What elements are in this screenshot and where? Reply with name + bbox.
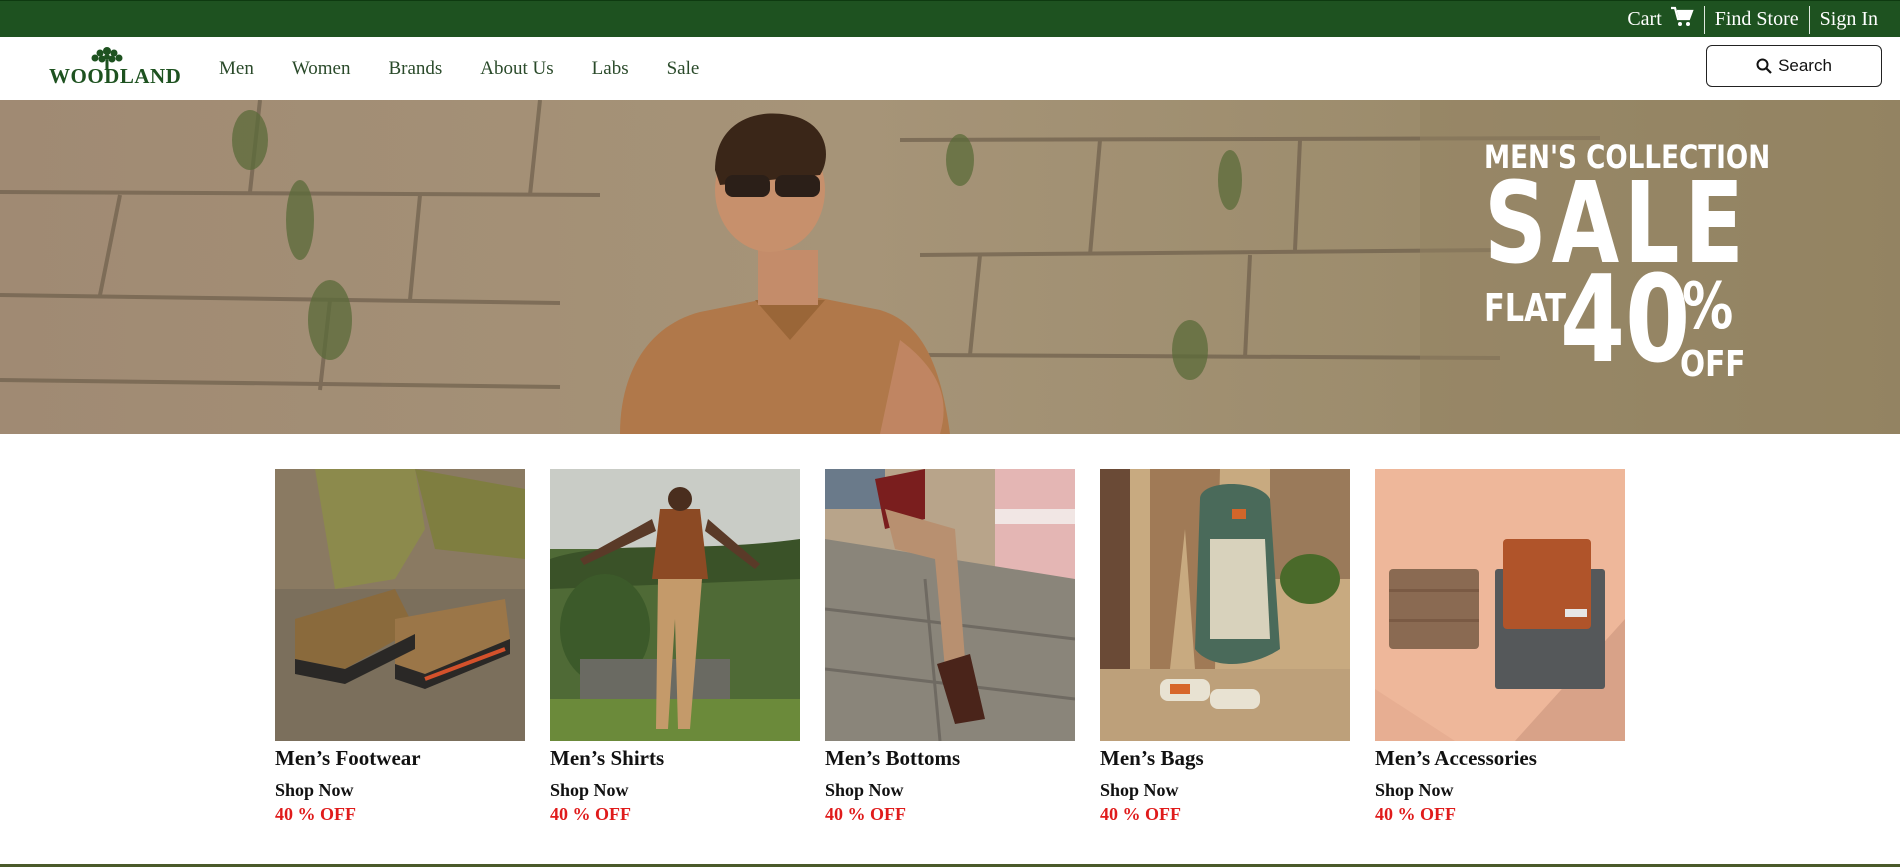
category-title[interactable]: Men’s Footwear	[275, 743, 525, 773]
find-store-link[interactable]: Find Store	[1705, 7, 1809, 33]
category-grid: Men’s Footwear Shop Now 40 % OFF Men’s S…	[275, 469, 1650, 826]
bottoms-image[interactable]	[825, 469, 1075, 741]
category-title[interactable]: Men’s Accessories	[1375, 743, 1625, 773]
shirts-image[interactable]	[550, 469, 800, 741]
shop-now-link[interactable]: Shop Now	[550, 778, 800, 802]
accessories-image[interactable]	[1375, 469, 1625, 741]
menu-item-sale[interactable]: Sale	[667, 58, 700, 80]
menu-item-brands[interactable]: Brands	[388, 58, 442, 80]
bags-image[interactable]	[1100, 469, 1350, 741]
top-bar: Cart Find Store Sign In	[0, 0, 1900, 37]
shop-now-link[interactable]: Shop Now	[1375, 778, 1625, 802]
woodland-logo[interactable]: WOODLAND	[49, 45, 182, 89]
menu-item-about-us[interactable]: About Us	[480, 58, 553, 80]
cart-label: Cart	[1627, 8, 1662, 30]
category-title[interactable]: Men’s Shirts	[550, 743, 800, 773]
category-title[interactable]: Men’s Bags	[1100, 743, 1350, 773]
shop-now-link[interactable]: Shop Now	[825, 778, 1075, 802]
hero-off-label: OFF	[1680, 344, 1746, 385]
category-card-shirts: Men’s Shirts Shop Now 40 % OFF	[550, 469, 800, 826]
discount-label: 40 % OFF	[1100, 804, 1181, 824]
hero-percent-sign: %	[1682, 270, 1734, 344]
logo-text: WOODLAND	[49, 64, 182, 88]
menu-item-labs[interactable]: Labs	[592, 58, 629, 80]
menu-item-women[interactable]: Women	[292, 58, 351, 80]
cart-link[interactable]: Cart	[1617, 6, 1703, 34]
search-icon	[1756, 58, 1772, 74]
hero-percent-value: 40	[1560, 251, 1691, 390]
footwear-image[interactable]	[275, 469, 525, 741]
hero-flat-label: FLAT	[1484, 286, 1567, 330]
hero-banner[interactable]: MEN'S COLLECTION SALE FLAT 40 % OFF	[0, 100, 1900, 434]
category-card-bottoms: Men’s Bottoms Shop Now 40 % OFF	[825, 469, 1075, 826]
main-nav: WOODLAND Men Women Brands About Us Labs …	[0, 37, 1900, 100]
category-card-footwear: Men’s Footwear Shop Now 40 % OFF	[275, 469, 525, 826]
discount-label: 40 % OFF	[825, 804, 906, 824]
menu-item-men[interactable]: Men	[219, 58, 254, 80]
sign-in-link[interactable]: Sign In	[1810, 7, 1888, 33]
main-menu: Men Women Brands About Us Labs Sale	[219, 37, 737, 100]
shop-now-link[interactable]: Shop Now	[1100, 778, 1350, 802]
cart-icon	[1670, 6, 1694, 34]
search-label: Search	[1778, 56, 1832, 75]
category-title[interactable]: Men’s Bottoms	[825, 743, 1075, 773]
discount-label: 40 % OFF	[550, 804, 631, 824]
top-bar-links: Cart Find Store Sign In	[1617, 1, 1888, 38]
search-button[interactable]: Search	[1706, 45, 1882, 87]
category-card-accessories: Men’s Accessories Shop Now 40 % OFF	[1375, 469, 1625, 826]
category-card-bags: Men’s Bags Shop Now 40 % OFF	[1100, 469, 1350, 826]
discount-label: 40 % OFF	[275, 804, 356, 824]
shop-now-link[interactable]: Shop Now	[275, 778, 525, 802]
hero-sale-text: MEN'S COLLECTION SALE FLAT 40 % OFF	[1484, 138, 1770, 385]
discount-label: 40 % OFF	[1375, 804, 1456, 824]
